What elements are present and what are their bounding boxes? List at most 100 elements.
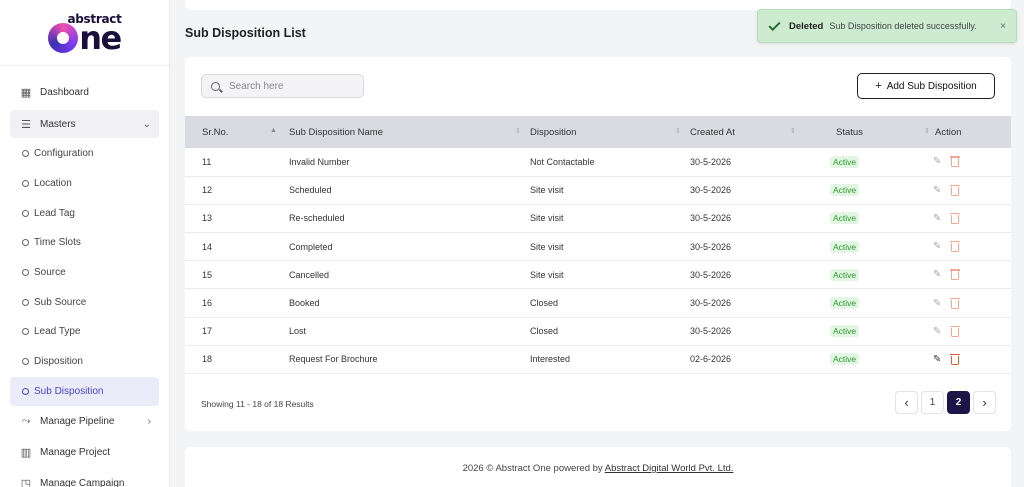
- header-disposition[interactable]: Disposition ⇕: [530, 116, 690, 148]
- cell-disposition: Interested: [530, 354, 571, 365]
- row-actions: ✎: [931, 212, 1011, 224]
- cell-created-at: 30-5-2026: [690, 185, 732, 196]
- header-created-at[interactable]: Created At ⇕: [690, 116, 828, 148]
- sidebar-item-sub-disposition[interactable]: Sub Disposition: [10, 376, 159, 407]
- cell-sr-no: 17: [202, 326, 213, 337]
- cell-status: Active: [828, 345, 931, 373]
- table-row: 16 Booked Closed 30-5-2026 Active ✎: [185, 289, 1011, 318]
- table-header-row: Sr.No. ▲ Sub Disposition Name ⇕ Dispositio…: [185, 116, 1011, 148]
- pencil-icon[interactable]: ✎: [933, 354, 941, 365]
- sidebar-item-label: Sub Disposition: [34, 385, 104, 397]
- pencil-icon[interactable]: ✎: [933, 185, 941, 196]
- cell-disposition: Closed: [530, 326, 559, 337]
- pencil-icon[interactable]: ✎: [933, 156, 941, 167]
- sidebar-item-lead-tag[interactable]: Lead Tag: [10, 198, 159, 228]
- pencil-icon[interactable]: ✎: [933, 298, 941, 309]
- trash-icon[interactable]: [950, 241, 961, 253]
- add-sub-disposition-button[interactable]: + Add Sub Disposition: [857, 73, 995, 99]
- pencil-icon[interactable]: ✎: [933, 269, 941, 280]
- sidebar-item-manage-project[interactable]: ▥ Manage Project: [10, 438, 159, 466]
- sidebar-item-configuration[interactable]: Configuration: [10, 139, 159, 169]
- status-badge: Active: [830, 325, 860, 338]
- cell-disposition: Site visit: [530, 213, 564, 224]
- trash-icon[interactable]: [950, 212, 961, 224]
- cell-sr-no: 14: [202, 241, 213, 252]
- cell-created-at: 30-5-2026: [690, 326, 732, 337]
- cell-actions: ✎: [931, 204, 1011, 232]
- search-input[interactable]: [229, 80, 349, 92]
- cell-disposition: Site visit: [530, 269, 564, 280]
- cell-created-at: 30-5-2026: [690, 269, 732, 280]
- sidebar-item-label: Manage Pipeline: [40, 415, 115, 427]
- page-button-1[interactable]: 1: [921, 391, 944, 414]
- brand-logo[interactable]: abstract ne: [0, 0, 169, 66]
- header-sr-no[interactable]: Sr.No. ▲: [185, 116, 289, 148]
- sidebar-nav: ▦ Dashboard ☰ Masters ⌄ Configuration Loc…: [0, 66, 169, 487]
- cell-name: Cancelled: [289, 269, 330, 280]
- sidebar-item-disposition[interactable]: Disposition: [10, 347, 159, 377]
- status-badge: Active: [830, 297, 860, 310]
- cell-name: Booked: [289, 298, 320, 309]
- cell-sr-no: 13: [202, 213, 213, 224]
- cell-sr-no: 11: [202, 156, 212, 167]
- circle-icon: [22, 328, 29, 336]
- sidebar-item-sub-source[interactable]: Sub Source: [10, 287, 159, 317]
- search-box[interactable]: [201, 74, 364, 98]
- sidebar-item-manage-campaign[interactable]: ◳ Manage Campaign: [10, 469, 159, 487]
- sort-icon[interactable]: ⇕: [675, 127, 681, 135]
- pipeline-icon: ⤳: [21, 414, 31, 427]
- sort-icon[interactable]: ⇕: [515, 127, 521, 135]
- pencil-icon[interactable]: ✎: [933, 241, 941, 252]
- toast-title: Deleted: [789, 20, 824, 32]
- sort-asc-icon[interactable]: ▲: [270, 127, 277, 134]
- trash-icon[interactable]: [950, 269, 961, 281]
- sort-icon[interactable]: ⇕: [790, 127, 796, 135]
- sidebar-item-dashboard[interactable]: ▦ Dashboard: [10, 78, 159, 106]
- trash-icon[interactable]: [950, 184, 961, 196]
- sidebar-item-location[interactable]: Location: [10, 169, 159, 199]
- prev-page-button[interactable]: ‹: [895, 391, 918, 414]
- chevron-right-icon: ›: [147, 415, 151, 427]
- trash-icon[interactable]: [950, 156, 961, 168]
- table-body: 11 Invalid Number Not Contactable 30-5-2026…: [185, 148, 1011, 374]
- next-page-button[interactable]: ›: [973, 391, 996, 414]
- page-button-2[interactable]: 2: [947, 391, 970, 414]
- row-actions: ✎: [931, 325, 1011, 337]
- trash-icon[interactable]: [950, 325, 961, 337]
- sidebar-item-manage-pipeline[interactable]: ⤳ Manage Pipeline ›: [10, 407, 159, 435]
- header-status[interactable]: Status ⇕: [828, 116, 931, 148]
- footer-company-link[interactable]: Abstract Digital World Pvt. Ltd.: [605, 463, 734, 474]
- status-badge: Active: [830, 353, 860, 366]
- cell-created-at: 30-5-2026: [690, 241, 732, 252]
- trash-icon[interactable]: [950, 297, 961, 309]
- sidebar-item-label: Location: [34, 178, 72, 190]
- cell-created-at: 30-5-2026: [690, 298, 732, 309]
- status-badge: Active: [830, 155, 860, 168]
- cell-created-at: 02-6-2026: [690, 354, 732, 365]
- close-icon[interactable]: ×: [1000, 21, 1006, 32]
- search-icon: [211, 81, 220, 91]
- grid-icon: ▦: [20, 86, 32, 99]
- sidebar-item-label: Masters: [40, 118, 76, 130]
- sidebar-item-lead-type[interactable]: Lead Type: [10, 317, 159, 347]
- status-badge: Active: [830, 212, 860, 225]
- pencil-icon[interactable]: ✎: [933, 213, 941, 224]
- sidebar-item-label: Manage Campaign: [40, 477, 125, 487]
- cell-status: Active: [828, 148, 931, 176]
- cell-name: Completed: [289, 241, 333, 252]
- header-name[interactable]: Sub Disposition Name ⇕: [289, 116, 530, 148]
- table-row: 12 Scheduled Site visit 30-5-2026 Active ✎: [185, 176, 1011, 205]
- masters-submenu: Configuration Location Lead Tag Time Slots S…: [0, 139, 169, 407]
- sort-icon[interactable]: ⇕: [924, 127, 930, 135]
- sidebar-item-source[interactable]: Source: [10, 258, 159, 288]
- cell-disposition: Site visit: [530, 241, 564, 252]
- circle-icon: [22, 209, 29, 217]
- trash-icon[interactable]: [950, 353, 961, 365]
- cell-status: Active: [828, 289, 931, 317]
- sidebar-item-time-slots[interactable]: Time Slots: [10, 228, 159, 258]
- pencil-icon[interactable]: ✎: [933, 326, 941, 337]
- sidebar-item-masters[interactable]: ☰ Masters ⌄: [10, 110, 159, 138]
- circle-icon: [22, 387, 29, 395]
- row-actions: ✎: [931, 297, 1011, 309]
- header-label: Sub Disposition Name: [289, 126, 383, 138]
